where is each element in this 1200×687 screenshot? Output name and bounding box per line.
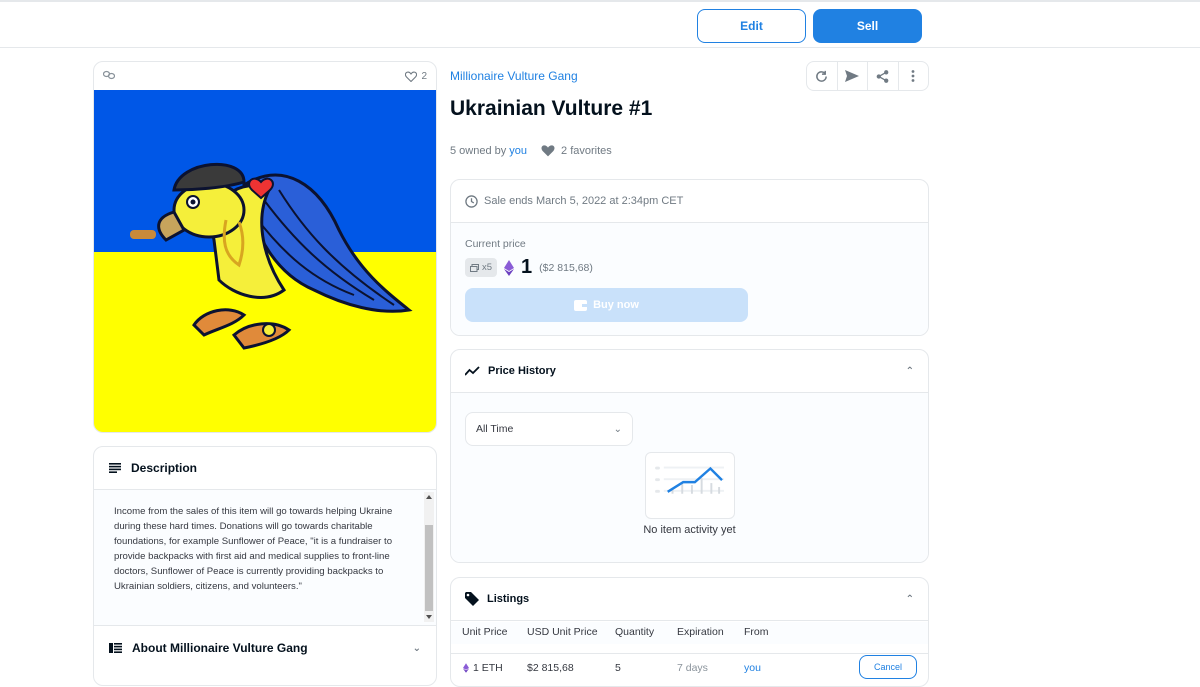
chevron-down-icon: ⌄ xyxy=(613,423,622,435)
heart-icon xyxy=(405,71,418,82)
scroll-down-arrow[interactable] xyxy=(426,615,432,619)
buy-now-label: Buy now xyxy=(593,299,639,311)
edit-button[interactable]: Edit xyxy=(697,9,806,43)
column-header: USD Unit Price xyxy=(527,626,598,638)
no-activity-text: No item activity yet xyxy=(643,524,736,536)
price-usd: ($2 815,68) xyxy=(539,261,593,274)
table-row: 1 ETH $2 815,68 5 7 days you Cancel xyxy=(451,653,928,679)
collection-link[interactable]: Millionaire Vulture Gang xyxy=(450,69,578,83)
description-text: Income from the sales of this item will … xyxy=(114,506,393,592)
sale-ends-text: Sale ends March 5, 2022 at 2:34pm CET xyxy=(484,195,684,207)
from-cell[interactable]: you xyxy=(744,662,761,674)
about-collection-header[interactable]: About Millionaire Vulture Gang ⌄ xyxy=(94,627,436,669)
top-bar: Edit Sell xyxy=(0,0,1200,48)
favorites-text[interactable]: 2 favorites xyxy=(561,145,612,157)
quantity-badge: x5 xyxy=(465,258,498,277)
column-header: Unit Price xyxy=(462,626,508,638)
refresh-button[interactable] xyxy=(807,62,838,90)
column-header: From xyxy=(744,626,769,638)
media-card: 2 xyxy=(93,61,437,433)
description-scrollbar[interactable] xyxy=(424,492,434,622)
price-history-body: All Time ⌄ No item activity yet xyxy=(451,393,928,562)
current-price-label: Current price xyxy=(465,238,526,250)
price-value: 1 xyxy=(521,256,533,278)
listings-card: Listings ⌃ Unit Price USD Unit Price Qua… xyxy=(450,577,929,687)
tag-icon xyxy=(465,592,479,606)
description-body: Income from the sales of this item will … xyxy=(94,490,436,626)
time-range-select[interactable]: All Time ⌄ xyxy=(465,412,633,446)
description-header[interactable]: Description xyxy=(94,447,436,490)
description-title: Description xyxy=(131,461,198,475)
media-header: 2 xyxy=(94,62,436,90)
more-icon xyxy=(911,70,915,82)
item-title: Ukrainian Vulture #1 xyxy=(450,97,653,120)
cancel-listing-button[interactable]: Cancel xyxy=(859,655,917,679)
empty-chart-illustration xyxy=(645,452,735,519)
heart-icon xyxy=(541,145,555,157)
link-icon[interactable] xyxy=(102,67,116,85)
trend-icon xyxy=(465,366,480,376)
share-icon xyxy=(876,69,889,83)
scroll-thumb[interactable] xyxy=(425,525,433,611)
favorite-button[interactable]: 2 xyxy=(405,71,427,82)
quantity-cell: 5 xyxy=(615,662,621,674)
about-icon xyxy=(109,643,122,653)
owner-link[interactable]: you xyxy=(509,145,527,157)
refresh-icon xyxy=(816,70,828,82)
usd-price-cell: $2 815,68 xyxy=(527,662,574,674)
buy-now-button[interactable]: Buy now xyxy=(465,288,748,322)
unit-price-value: 1 ETH xyxy=(473,662,503,674)
expiration-cell: 7 days xyxy=(677,662,708,674)
price-history-header[interactable]: Price History ⌃ xyxy=(451,350,928,393)
column-header: Quantity xyxy=(615,626,655,638)
eth-icon xyxy=(504,259,515,276)
scroll-up-arrow[interactable] xyxy=(426,495,432,499)
listings-title: Listings xyxy=(487,593,530,605)
unit-price-cell: 1 ETH xyxy=(463,662,503,674)
price-history-card: Price History ⌃ All Time ⌄ No item activ… xyxy=(450,349,929,563)
wallet-icon xyxy=(574,299,588,311)
clock-icon xyxy=(465,194,478,208)
about-title: About Millionaire Vulture Gang xyxy=(132,641,308,655)
chevron-up-icon: ⌃ xyxy=(905,593,914,605)
listings-header-row: Unit Price USD Unit Price Quantity Expir… xyxy=(451,622,928,644)
ownership-info: 5 owned by you 2 favorites xyxy=(450,144,612,157)
send-icon xyxy=(845,70,860,82)
time-range-value: All Time xyxy=(476,423,514,435)
description-card: Description Income from the sales of thi… xyxy=(93,446,437,686)
nft-image[interactable] xyxy=(94,90,437,433)
chevron-down-icon: ⌄ xyxy=(412,642,421,654)
column-header: Expiration xyxy=(677,626,724,638)
sale-card: Sale ends March 5, 2022 at 2:34pm CET Cu… xyxy=(450,179,929,336)
transfer-button[interactable] xyxy=(838,62,868,90)
owned-text: 5 owned by xyxy=(450,144,507,157)
description-icon xyxy=(109,463,121,473)
listings-header[interactable]: Listings ⌃ xyxy=(451,578,928,621)
favorites-count: 2 xyxy=(421,70,427,82)
price-row: x5 1 ($2 815,68) xyxy=(465,256,593,279)
sale-ends: Sale ends March 5, 2022 at 2:34pm CET xyxy=(451,180,928,223)
chevron-up-icon: ⌃ xyxy=(905,365,914,377)
eth-icon xyxy=(463,663,469,673)
more-button[interactable] xyxy=(899,62,929,90)
price-history-title: Price History xyxy=(488,365,556,377)
quantity-text: x5 xyxy=(482,262,493,273)
copies-icon xyxy=(470,263,479,272)
sell-button[interactable]: Sell xyxy=(813,9,922,43)
share-button[interactable] xyxy=(868,62,899,90)
action-buttons xyxy=(806,61,929,91)
